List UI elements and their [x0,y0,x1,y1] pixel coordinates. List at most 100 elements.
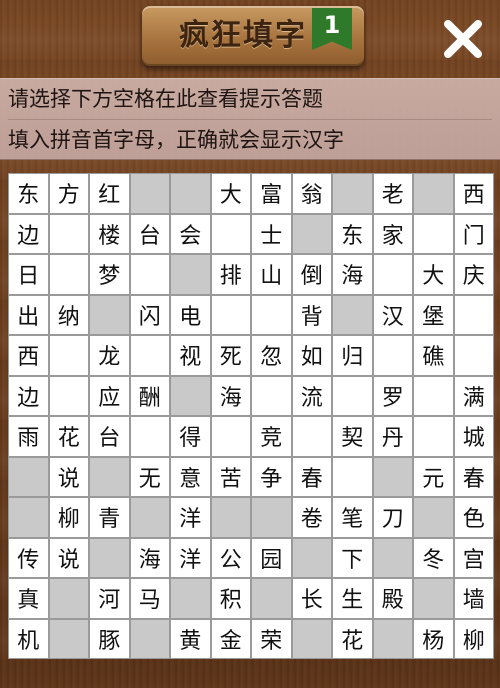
grid-cell[interactable]: 边 [8,213,49,254]
grid-cell[interactable] [48,375,89,416]
grid-cell[interactable]: 金 [210,618,251,659]
grid-cell[interactable]: 山 [251,254,292,295]
grid-cell[interactable]: 礁 [413,335,454,376]
grid-cell[interactable]: 闪 [129,294,170,335]
grid-cell[interactable]: 宫 [453,537,494,578]
grid-cell[interactable]: 纳 [48,294,89,335]
grid-cell[interactable]: 死 [210,335,251,376]
grid-cell[interactable]: 流 [291,375,332,416]
grid-cell[interactable]: 方 [48,173,89,214]
grid-cell[interactable] [48,335,89,376]
grid-cell[interactable]: 东 [8,173,49,214]
grid-cell[interactable]: 梦 [89,254,130,295]
grid-cell[interactable] [48,213,89,254]
grid-cell[interactable]: 倒 [291,254,332,295]
grid-cell[interactable] [210,294,251,335]
grid-cell[interactable] [210,213,251,254]
grid-cell[interactable]: 海 [210,375,251,416]
grid-cell[interactable]: 老 [372,173,413,214]
grid-cell[interactable]: 大 [210,173,251,214]
grid-cell[interactable]: 庆 [453,254,494,295]
grid-cell[interactable] [453,294,494,335]
grid-cell[interactable]: 青 [89,497,130,538]
grid-cell[interactable]: 花 [332,618,373,659]
grid-cell[interactable]: 杨 [413,618,454,659]
grid-cell[interactable] [413,375,454,416]
grid-cell[interactable]: 笔 [332,497,373,538]
grid-cell[interactable]: 积 [210,578,251,619]
grid-cell[interactable]: 荣 [251,618,292,659]
grid-cell[interactable]: 说 [48,456,89,497]
grid-cell[interactable]: 楼 [89,213,130,254]
grid-cell[interactable] [129,254,170,295]
grid-cell[interactable] [413,213,454,254]
grid-cell[interactable]: 无 [129,456,170,497]
grid-cell[interactable]: 罗 [372,375,413,416]
grid-cell[interactable]: 真 [8,578,49,619]
grid-cell[interactable] [251,375,292,416]
grid-cell[interactable] [332,375,373,416]
grid-cell[interactable]: 忽 [251,335,292,376]
grid-cell[interactable]: 归 [332,335,373,376]
grid-cell[interactable]: 柳 [453,618,494,659]
grid-cell[interactable]: 背 [291,294,332,335]
grid-cell[interactable]: 酬 [129,375,170,416]
grid-cell[interactable]: 说 [48,537,89,578]
grid-cell[interactable]: 汉 [372,294,413,335]
grid-cell[interactable]: 门 [453,213,494,254]
grid-cell[interactable]: 西 [453,173,494,214]
grid-cell[interactable]: 士 [251,213,292,254]
grid-cell[interactable]: 海 [129,537,170,578]
grid-cell[interactable]: 应 [89,375,130,416]
grid-cell[interactable]: 柳 [48,497,89,538]
grid-cell[interactable]: 竞 [251,416,292,457]
grid-cell[interactable] [129,335,170,376]
grid-cell[interactable]: 边 [8,375,49,416]
grid-cell[interactable]: 富 [251,173,292,214]
grid-cell[interactable]: 园 [251,537,292,578]
grid-cell[interactable]: 契 [332,416,373,457]
grid-cell[interactable]: 苦 [210,456,251,497]
grid-cell[interactable]: 出 [8,294,49,335]
grid-cell[interactable]: 争 [251,456,292,497]
grid-cell[interactable]: 视 [170,335,211,376]
grid-cell[interactable]: 传 [8,537,49,578]
close-button[interactable] [440,16,486,62]
grid-cell[interactable]: 红 [89,173,130,214]
grid-cell[interactable]: 电 [170,294,211,335]
grid-cell[interactable]: 丹 [372,416,413,457]
grid-cell[interactable]: 大 [413,254,454,295]
grid-cell[interactable]: 洋 [170,497,211,538]
grid-cell[interactable]: 得 [170,416,211,457]
grid-cell[interactable]: 公 [210,537,251,578]
grid-cell[interactable] [372,254,413,295]
grid-cell[interactable] [413,416,454,457]
grid-cell[interactable]: 下 [332,537,373,578]
grid-cell[interactable]: 如 [291,335,332,376]
grid-cell[interactable]: 家 [372,213,413,254]
grid-cell[interactable]: 生 [332,578,373,619]
grid-cell[interactable] [129,416,170,457]
grid-cell[interactable]: 日 [8,254,49,295]
grid-cell[interactable]: 殿 [372,578,413,619]
grid-cell[interactable]: 豚 [89,618,130,659]
grid-cell[interactable] [332,456,373,497]
grid-cell[interactable]: 会 [170,213,211,254]
grid-cell[interactable]: 墙 [453,578,494,619]
grid-cell[interactable]: 黄 [170,618,211,659]
grid-cell[interactable]: 西 [8,335,49,376]
grid-cell[interactable] [48,254,89,295]
grid-cell[interactable]: 意 [170,456,211,497]
grid-cell[interactable]: 台 [129,213,170,254]
grid-cell[interactable]: 堡 [413,294,454,335]
grid-cell[interactable]: 色 [453,497,494,538]
grid-cell[interactable]: 满 [453,375,494,416]
grid-cell[interactable]: 城 [453,416,494,457]
grid-cell[interactable]: 花 [48,416,89,457]
grid-cell[interactable] [291,416,332,457]
grid-cell[interactable]: 海 [332,254,373,295]
grid-cell[interactable] [372,335,413,376]
grid-cell[interactable]: 冬 [413,537,454,578]
grid-cell[interactable]: 春 [291,456,332,497]
grid-cell[interactable] [453,335,494,376]
